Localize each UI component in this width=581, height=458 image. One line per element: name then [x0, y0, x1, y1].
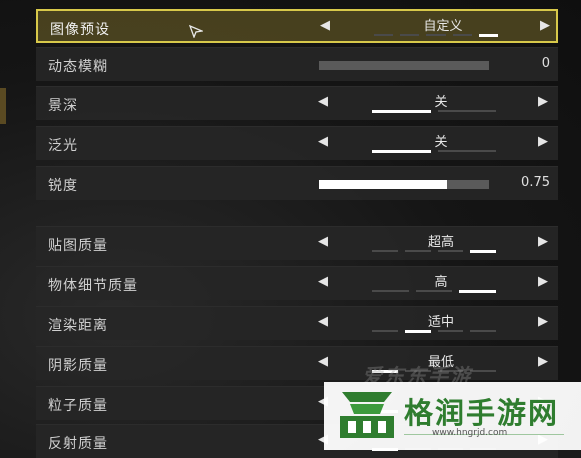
level-segment	[459, 290, 497, 293]
slider-track[interactable]	[319, 180, 489, 189]
arrow-left-icon[interactable]: ◀	[318, 134, 328, 149]
watermark-title: 格润手游网	[404, 396, 560, 430]
slider-value: 0.75	[521, 175, 550, 190]
setting-label: 粒子质量	[48, 398, 108, 414]
level-segment	[404, 330, 431, 333]
setting-row[interactable]: 锐度 0.75	[36, 166, 558, 200]
setting-value: 超高	[427, 235, 454, 250]
arrow-right-icon[interactable]: ▶	[538, 354, 548, 369]
setting-row[interactable]: 景深 ◀ 关 ▶	[36, 86, 558, 120]
level-indicator	[372, 150, 496, 153]
level-segment	[470, 250, 496, 253]
level-segment	[437, 250, 464, 252]
arrow-left-icon[interactable]: ◀	[318, 314, 328, 329]
setting-value: 关	[434, 135, 448, 150]
slider-value: 0	[541, 56, 550, 71]
setting-row[interactable]: 物体细节质量 ◀ 高 ▶	[36, 266, 558, 300]
level-segment	[437, 110, 496, 112]
setting-row[interactable]: 泛光 ◀ 关 ▶	[36, 126, 558, 160]
level-segment	[404, 250, 431, 252]
setting-label: 图像预设	[50, 22, 110, 38]
level-segment	[372, 150, 431, 153]
setting-value: 关	[434, 95, 448, 110]
setting-label: 动态模糊	[48, 59, 108, 75]
setting-label: 阴影质量	[48, 358, 108, 374]
level-segment	[372, 110, 431, 113]
level-segment	[426, 34, 446, 36]
site-logo-icon	[340, 392, 394, 438]
level-segment	[478, 34, 499, 37]
level-indicator	[372, 330, 496, 333]
setting-row[interactable]: 阴影质量 ◀ 最低 ▶	[36, 346, 558, 380]
level-indicator	[372, 290, 497, 293]
setting-label: 反射质量	[48, 436, 108, 452]
arrow-right-icon[interactable]: ▶	[538, 94, 548, 109]
arrow-left-icon[interactable]: ◀	[318, 234, 328, 249]
side-accent	[0, 88, 6, 124]
arrow-left-icon[interactable]: ◀	[318, 274, 328, 289]
setting-value: 自定义	[423, 19, 463, 34]
level-indicator	[372, 250, 496, 253]
slider-track[interactable]	[319, 61, 489, 70]
mouse-cursor-icon	[189, 24, 203, 38]
setting-row[interactable]: 渲染距离 ◀ 适中 ▶	[36, 306, 558, 340]
setting-label: 物体细节质量	[48, 278, 138, 294]
watermark-url: www.hngrjd.com	[432, 428, 508, 438]
level-segment	[372, 250, 398, 252]
arrow-right-icon[interactable]: ▶	[540, 18, 550, 33]
setting-label: 锐度	[48, 178, 78, 194]
setting-label: 景深	[48, 98, 78, 114]
level-segment	[437, 150, 496, 152]
arrow-right-icon[interactable]: ▶	[538, 134, 548, 149]
level-segment	[374, 34, 394, 36]
setting-row[interactable]: 贴图质量 ◀ 超高 ▶	[36, 226, 558, 260]
level-segment	[415, 290, 453, 292]
level-indicator	[374, 34, 499, 37]
setting-value: 高	[434, 275, 448, 290]
arrow-right-icon[interactable]: ▶	[538, 234, 548, 249]
level-indicator	[372, 110, 496, 113]
slider-fill	[319, 180, 447, 189]
arrow-right-icon[interactable]: ▶	[538, 314, 548, 329]
arrow-left-icon[interactable]: ◀	[318, 354, 328, 369]
setting-row[interactable]: 动态模糊 0	[36, 47, 558, 81]
level-segment	[372, 330, 398, 332]
level-segment	[400, 34, 420, 36]
level-segment	[470, 330, 496, 332]
setting-value: 适中	[427, 315, 454, 330]
level-segment	[452, 34, 472, 36]
level-segment	[437, 330, 464, 332]
arrow-left-icon[interactable]: ◀	[320, 18, 330, 33]
level-segment	[372, 290, 409, 292]
level-segment	[470, 370, 496, 372]
setting-label: 泛光	[48, 138, 78, 154]
setting-label: 贴图质量	[48, 238, 108, 254]
setting-row[interactable]: 图像预设 ◀ 自定义 ▶	[36, 9, 558, 43]
arrow-left-icon[interactable]: ◀	[318, 94, 328, 109]
setting-label: 渲染距离	[48, 318, 108, 334]
arrow-right-icon[interactable]: ▶	[538, 274, 548, 289]
